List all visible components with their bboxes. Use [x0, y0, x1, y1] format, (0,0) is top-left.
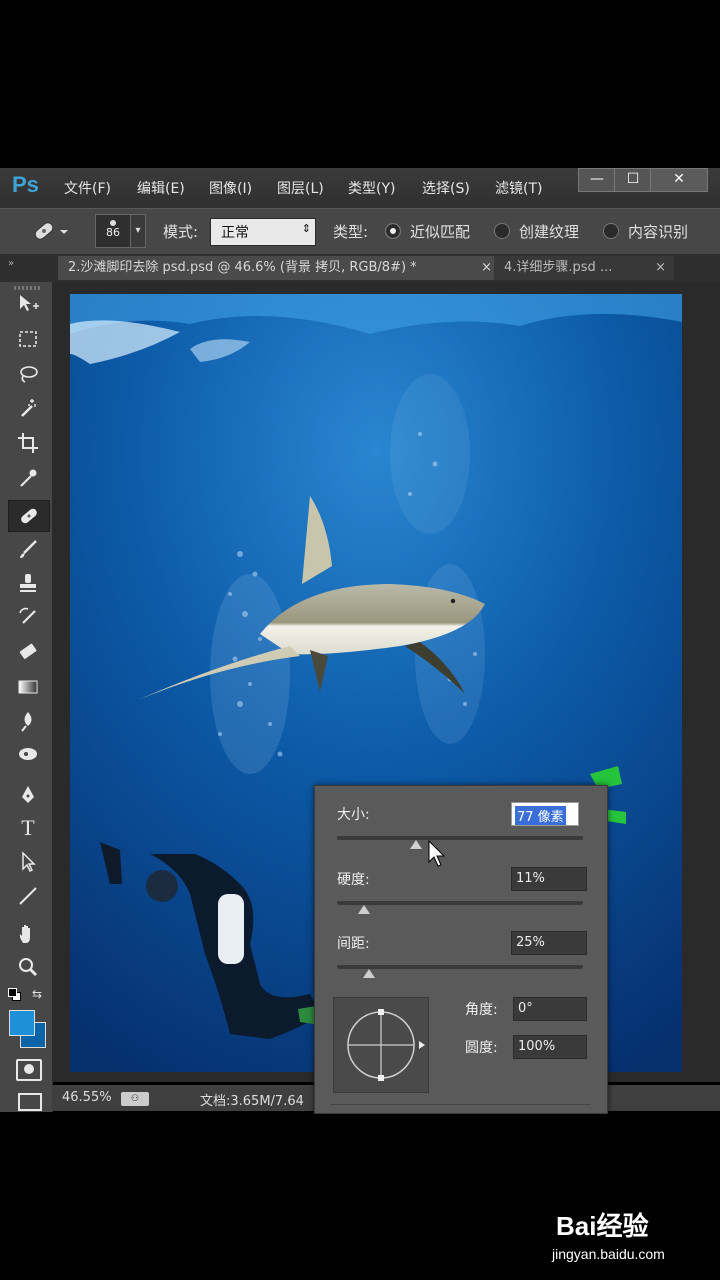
- path-select-icon[interactable]: [14, 850, 42, 876]
- tab-close-icon[interactable]: ×: [655, 256, 666, 280]
- dodge-icon[interactable]: [14, 743, 42, 769]
- brush-size-label: 86: [106, 226, 120, 239]
- spacing-label: 间距:: [337, 936, 370, 952]
- radio-label: 内容识别: [628, 223, 689, 241]
- popup-divider: [331, 1104, 591, 1105]
- maximize-button[interactable]: ☐: [614, 168, 652, 192]
- radio-label: 近似匹配: [410, 223, 471, 241]
- screen-mode-icon[interactable]: [18, 1093, 42, 1111]
- eyedropper-icon[interactable]: [14, 466, 42, 492]
- status-info-icon[interactable]: ⚇: [121, 1092, 149, 1106]
- swap-colors-icon[interactable]: ⇆: [32, 987, 42, 1001]
- baidu-jingyan-logo: Bai经验: [556, 1211, 649, 1241]
- hardness-slider-thumb[interactable]: [358, 905, 371, 914]
- panel-collapse-icon[interactable]: »: [8, 258, 14, 269]
- size-value: 77 像素: [515, 806, 566, 825]
- spot-healing-tool-button[interactable]: [8, 500, 50, 532]
- spacing-input[interactable]: 25%: [511, 931, 587, 955]
- document-size: 文档:3.65M/7.64: [200, 1094, 304, 1109]
- hardness-input[interactable]: 11%: [511, 867, 587, 891]
- mode-label: 模式:: [163, 223, 199, 241]
- size-label: 大小:: [337, 807, 370, 823]
- healing-brush-icon[interactable]: [28, 218, 68, 244]
- quick-mask-icon[interactable]: [16, 1059, 42, 1081]
- crop-icon[interactable]: [14, 431, 42, 457]
- menu-edit[interactable]: 编辑(E): [137, 178, 185, 198]
- mouse-cursor-icon: [428, 839, 446, 872]
- mode-value: 正常: [221, 225, 249, 241]
- brush-icon[interactable]: [14, 537, 42, 563]
- foreground-color-swatch[interactable]: [9, 1010, 35, 1036]
- blur-icon[interactable]: [14, 709, 42, 735]
- brush-settings-popup: 大小: 77 像素 硬度: 11% 间距: 25% 角度: 0° 圆度: 100…: [314, 785, 608, 1114]
- move-icon[interactable]: [14, 292, 42, 318]
- tab-document-2[interactable]: 4.详细步骤.psd ... ×: [494, 256, 674, 280]
- spacing-slider-thumb[interactable]: [362, 969, 375, 978]
- minimize-button[interactable]: —: [578, 168, 616, 192]
- mode-select[interactable]: 正常 ⇕: [210, 218, 316, 246]
- size-slider[interactable]: [337, 836, 583, 840]
- tab-close-icon[interactable]: ×: [481, 256, 492, 280]
- size-input[interactable]: 77 像素: [511, 802, 579, 826]
- menu-file[interactable]: 文件(F): [64, 178, 111, 198]
- hardness-slider[interactable]: [337, 901, 583, 905]
- tab-label: 4.详细步骤.psd ...: [504, 260, 613, 275]
- watermark-url: jingyan.baidu.com: [552, 1246, 665, 1262]
- radio-selected-icon: [385, 223, 401, 239]
- zoom-level[interactable]: 46.55%: [62, 1090, 112, 1105]
- roundness-label: 圆度:: [465, 1040, 498, 1056]
- size-slider-thumb[interactable]: [409, 840, 422, 849]
- brush-preset-dropdown-icon[interactable]: ▾: [130, 214, 146, 248]
- type-label: 类型:: [333, 223, 369, 241]
- zoom-icon[interactable]: [14, 955, 42, 981]
- close-button[interactable]: ✕: [650, 168, 708, 192]
- menu-image[interactable]: 图像(I): [209, 178, 252, 198]
- photoshop-logo: Ps: [12, 172, 39, 197]
- eraser-icon[interactable]: [14, 640, 42, 666]
- angle-input[interactable]: 0°: [513, 997, 587, 1021]
- hand-icon[interactable]: [14, 922, 42, 948]
- magic-wand-icon[interactable]: [14, 396, 42, 422]
- toolbar-grip[interactable]: [14, 286, 42, 290]
- menu-type[interactable]: 类型(Y): [348, 178, 395, 198]
- angle-roundness-widget[interactable]: [333, 997, 429, 1093]
- angle-label: 角度:: [465, 1002, 498, 1018]
- tab-label: 2.沙滩脚印去除 psd.psd @ 46.6% (背景 拷贝, RGB/8#)…: [68, 260, 417, 275]
- brush-preset-picker[interactable]: 86: [95, 214, 131, 248]
- spot-healing-icon: [21, 508, 37, 524]
- history-brush-icon[interactable]: [14, 605, 42, 631]
- updown-arrow-icon: ⇕: [301, 222, 311, 235]
- tab-document-1[interactable]: 2.沙滩脚印去除 psd.psd @ 46.6% (背景 拷贝, RGB/8#)…: [58, 256, 500, 280]
- roundness-input[interactable]: 100%: [513, 1035, 587, 1059]
- radio-label: 创建纹理: [519, 223, 580, 241]
- menu-filter[interactable]: 滤镜(T): [495, 178, 542, 198]
- lasso-icon[interactable]: [14, 362, 42, 388]
- gradient-icon[interactable]: [14, 675, 42, 701]
- brush-tip-shape-icon: [347, 1009, 425, 1081]
- menu-layer[interactable]: 图层(L): [277, 178, 324, 198]
- default-colors-icon[interactable]: [8, 988, 21, 1001]
- stamp-icon[interactable]: [14, 571, 42, 597]
- menu-select[interactable]: 选择(S): [422, 178, 470, 198]
- type-icon[interactable]: T: [14, 815, 42, 841]
- line-icon[interactable]: [14, 884, 42, 910]
- marquee-icon[interactable]: [14, 327, 42, 353]
- pen-icon[interactable]: [14, 783, 42, 809]
- radio-unselected-icon: [494, 223, 510, 239]
- hardness-label: 硬度:: [337, 872, 370, 888]
- radio-unselected-icon: [603, 223, 619, 239]
